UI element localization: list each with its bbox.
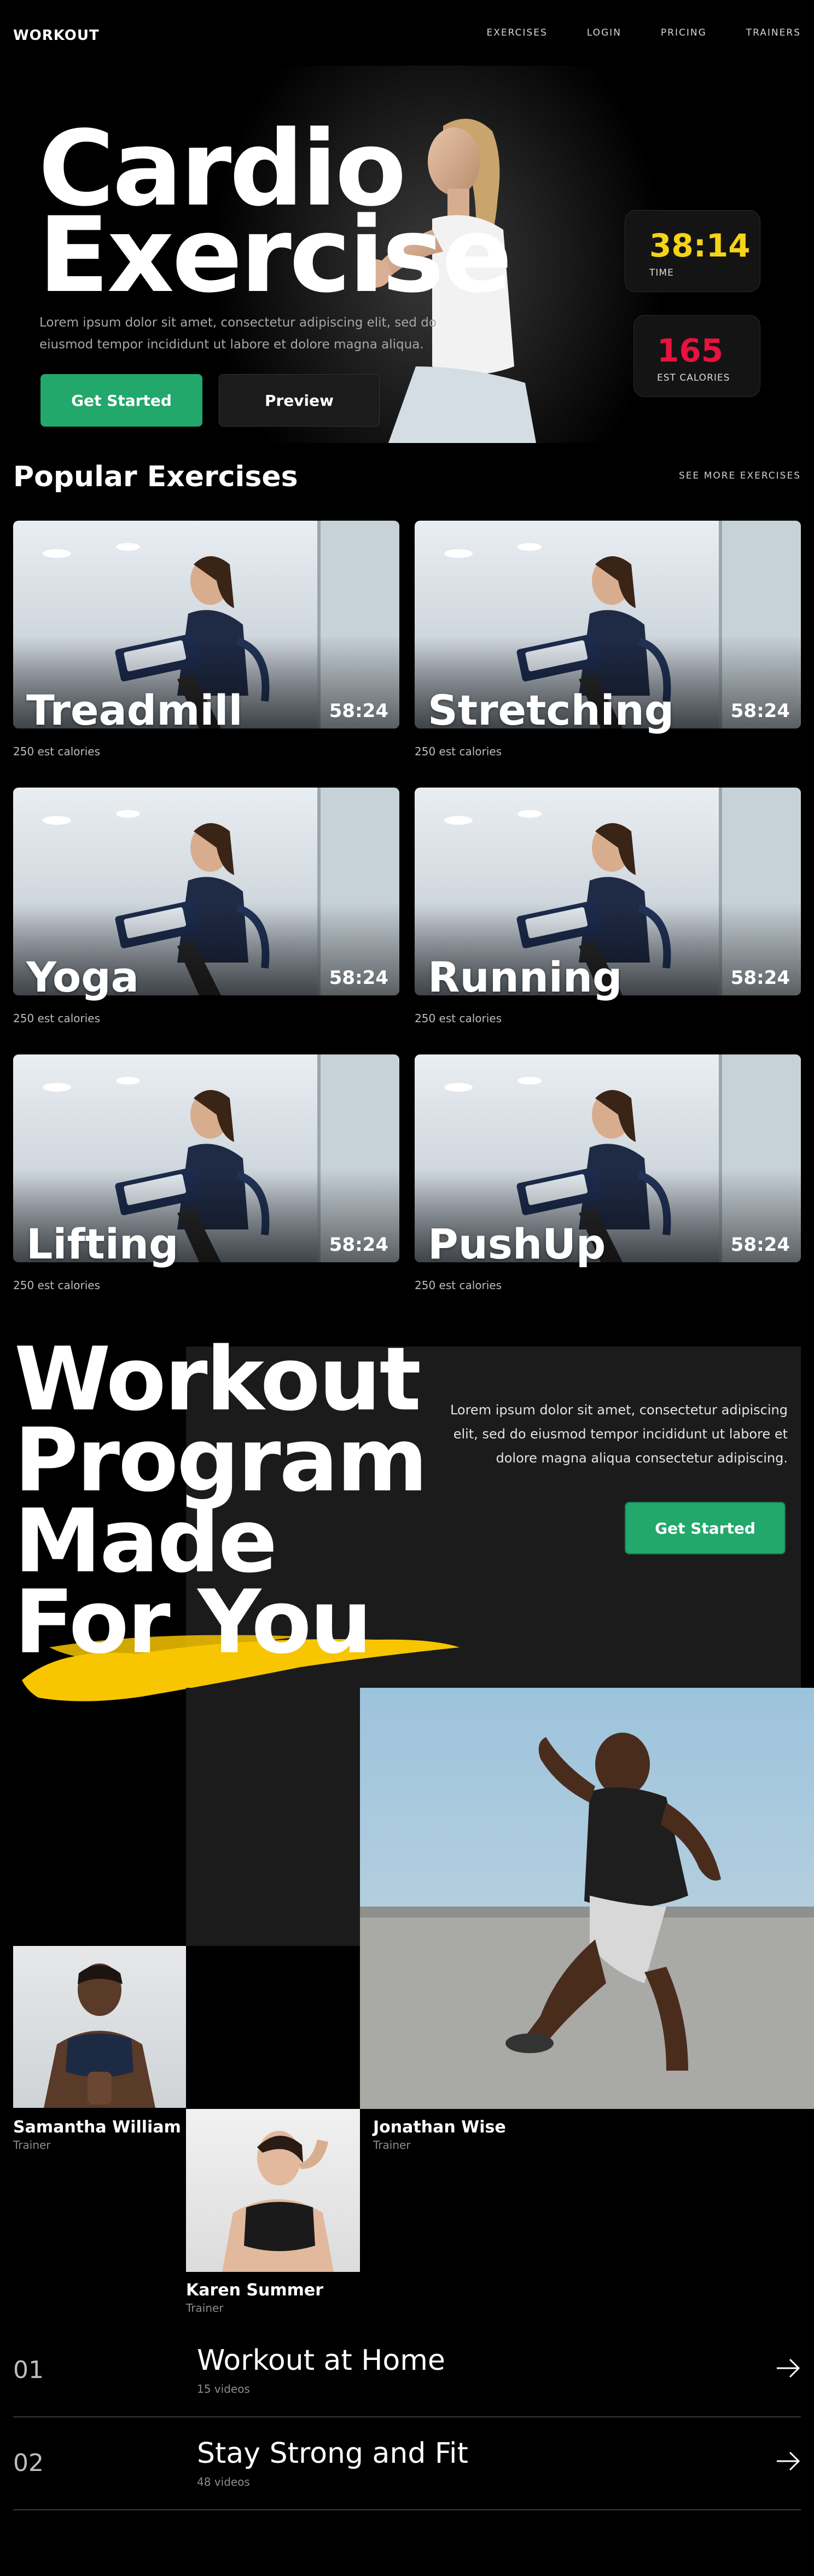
karen-summer-image (222, 2131, 334, 2272)
jonathan-wise-image (360, 1733, 814, 2109)
exercise-card-name: Stretching (428, 686, 675, 735)
trainer-name-samantha[interactable]: Samantha William (13, 2118, 181, 2137)
trainer-role-samantha: Trainer (13, 2138, 51, 2152)
see-more-exercises-link[interactable]: SEE MORE EXERCISES (679, 470, 801, 481)
exercise-card-time: 58:24 (730, 700, 790, 722)
calories-value: 165 (657, 332, 724, 369)
program-title-line-1: Workout (14, 1328, 421, 1430)
popular-exercises-heading: Popular Exercises (13, 461, 298, 493)
program-get-started-button[interactable]: Get Started (625, 1502, 786, 1554)
exercise-card-time: 58:24 (730, 1234, 790, 1256)
video-row-number: 02 (13, 2449, 44, 2477)
nav-link-trainers[interactable]: TRAINERS (746, 27, 801, 38)
calories-label: EST CALORIES (657, 372, 730, 383)
hero-title-line-2: Exercise (38, 195, 513, 316)
trainer-name-jonathan[interactable]: Jonathan Wise (373, 2118, 506, 2137)
site-logo[interactable]: WORKOUT (13, 27, 100, 44)
exercise-card-calories: 250 est calories (415, 1279, 502, 1292)
video-row-2[interactable]: 02 Stay Strong and Fit 48 videos (13, 2417, 801, 2510)
time-label: TIME (649, 267, 674, 278)
video-row-title: Stay Strong and Fit (197, 2437, 468, 2470)
program-description: Lorem ipsum dolor sit amet, consectetur … (450, 1402, 788, 1466)
program-title-line-3: Made (14, 1490, 277, 1592)
exercise-card-pushup[interactable]: PushUp 58:24 250 est calories (415, 1054, 801, 1292)
exercise-card-calories: 250 est calories (13, 1279, 101, 1292)
exercise-card-time: 58:24 (730, 967, 790, 989)
exercise-card-stretching[interactable]: Stretching 58:24 250 est calories (415, 521, 801, 758)
video-row-number: 01 (13, 2356, 44, 2384)
arrow-right-icon[interactable] (776, 2450, 801, 2472)
nav-link-exercises[interactable]: EXERCISES (486, 27, 547, 38)
exercise-card-calories: 250 est calories (13, 745, 101, 758)
calories-stat-card: 165 EST CALORIES (633, 315, 760, 397)
exercise-card-time: 58:24 (329, 1234, 388, 1256)
hero-subtitle: Lorem ipsum dolor sit amet, consectetur … (39, 316, 437, 352)
time-stat-card: 38:14 TIME (625, 210, 760, 292)
exercise-card-calories: 250 est calories (415, 1012, 502, 1025)
program-title-line-4: For You (14, 1571, 372, 1673)
program-title-line-2: Program (14, 1409, 428, 1511)
trainer-photo-samantha (13, 1946, 186, 2108)
arrow-right-icon[interactable] (776, 2357, 801, 2379)
top-navigation: WORKOUT EXERCISES LOGIN PRICING TRAINERS (0, 0, 814, 66)
trainer-photo-jonathan (360, 1688, 814, 2109)
get-started-button[interactable]: Get Started (40, 374, 202, 427)
exercise-card-treadmill[interactable]: Treadmill 58:24 250 est calories (13, 521, 399, 758)
program-title: Workout Program Made For You (14, 1328, 428, 1673)
hero-section: Cardio Exercise Lorem ipsum dolor sit am… (0, 66, 814, 443)
video-row-count: 15 videos (197, 2382, 250, 2396)
trainer-grid-block (186, 1688, 360, 1946)
exercise-card-running[interactable]: Running 58:24 250 est calories (415, 788, 801, 1025)
exercise-card-calories: 250 est calories (415, 745, 502, 758)
samantha-william-image (44, 1963, 155, 2108)
hero-title: Cardio Exercise (38, 117, 513, 316)
preview-button[interactable]: Preview (219, 374, 380, 427)
exercise-card-time: 58:24 (329, 700, 388, 722)
video-row-1[interactable]: 01 Workout at Home 15 videos (13, 2324, 801, 2417)
nav-links: EXERCISES LOGIN PRICING TRAINERS (486, 27, 801, 38)
trainer-role-karen: Trainer (186, 2301, 224, 2315)
exercise-card-calories: 250 est calories (13, 1012, 101, 1025)
exercise-card-lifting[interactable]: Lifting 58:24 250 est calories (13, 1054, 399, 1292)
exercise-card-name: PushUp (428, 1220, 606, 1268)
nav-link-pricing[interactable]: PRICING (661, 27, 707, 38)
trainer-role-jonathan: Trainer (373, 2138, 411, 2152)
trainer-photo-karen (186, 2109, 360, 2272)
exercise-card-name: Yoga (26, 953, 139, 1001)
time-value: 38:14 (649, 227, 751, 264)
video-row-count: 48 videos (197, 2475, 250, 2488)
exercise-card-time: 58:24 (329, 967, 388, 989)
trainer-name-karen[interactable]: Karen Summer (186, 2281, 323, 2300)
nav-link-login[interactable]: LOGIN (587, 27, 621, 38)
video-row-title: Workout at Home (197, 2344, 445, 2377)
exercise-card-name: Lifting (26, 1220, 179, 1268)
exercise-card-name: Running (428, 953, 623, 1001)
exercise-card-name: Treadmill (26, 686, 243, 735)
exercise-card-yoga[interactable]: Yoga 58:24 250 est calories (13, 788, 399, 1025)
